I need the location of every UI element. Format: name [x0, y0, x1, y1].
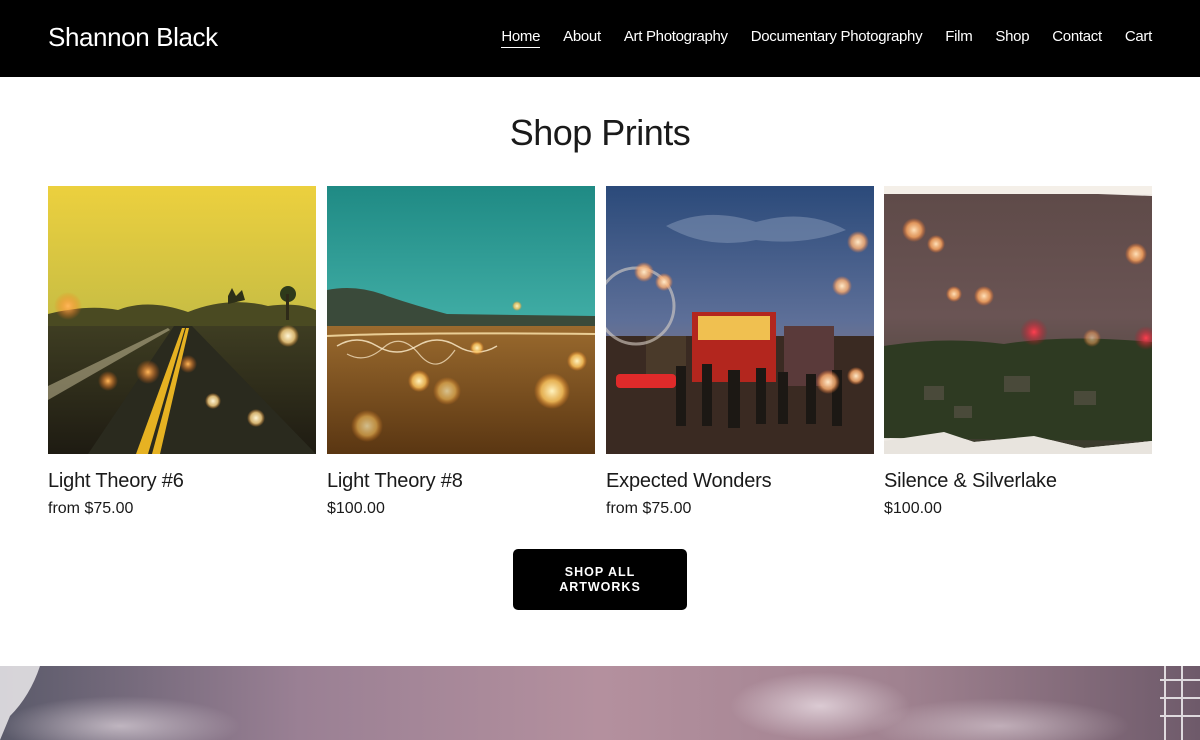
product-card: Light Theory #6 from $75.00 — [48, 186, 316, 518]
product-price: $100.00 — [884, 500, 942, 517]
banner-artwork — [0, 666, 1200, 740]
nav-link-cart[interactable]: Cart — [1125, 28, 1152, 47]
nav-item-cart: Cart — [1125, 28, 1152, 48]
product-image-expected-wonders — [606, 186, 874, 454]
bottom-banner-image — [0, 666, 1200, 740]
nav-item-about: About — [563, 28, 601, 48]
nav-item-home: Home — [501, 28, 540, 48]
product-image-light-theory-6 — [48, 186, 316, 454]
nav-item-film: Film — [945, 28, 972, 48]
nav-item-documentary-photography: Documentary Photography — [751, 28, 923, 48]
product-image-link[interactable] — [884, 186, 1152, 454]
nav-item-contact: Contact — [1052, 28, 1102, 48]
product-image-link[interactable] — [327, 186, 595, 454]
product-grid: Light Theory #6 from $75.00 Light Theory… — [48, 186, 1152, 531]
site-header: Shannon Black Home About Art Photography… — [0, 0, 1200, 77]
nav-link-film[interactable]: Film — [945, 28, 972, 47]
product-card: Expected Wonders from $75.00 — [606, 186, 874, 518]
product-image-link[interactable] — [606, 186, 874, 454]
product-title-link[interactable]: Expected Wonders — [606, 470, 874, 493]
nav-link-documentary-photography[interactable]: Documentary Photography — [751, 28, 923, 47]
nav-link-about[interactable]: About — [563, 28, 601, 47]
product-price: from $75.00 — [48, 500, 134, 517]
shop-all-artworks-button[interactable]: SHOP ALL ARTWORKS — [513, 549, 687, 610]
product-card: Silence & Silverlake $100.00 — [884, 186, 1152, 518]
product-price: from $75.00 — [606, 500, 692, 517]
nav-item-shop: Shop — [995, 28, 1029, 48]
product-image-silence-silverlake — [884, 186, 1152, 454]
nav-link-contact[interactable]: Contact — [1052, 28, 1102, 47]
product-title-link[interactable]: Silence & Silverlake — [884, 470, 1152, 493]
product-card: Light Theory #8 $100.00 — [327, 186, 595, 518]
nav-link-shop[interactable]: Shop — [995, 28, 1029, 47]
product-image-light-theory-8 — [327, 186, 595, 454]
product-price: $100.00 — [327, 500, 385, 517]
shop-heading: Shop Prints — [509, 112, 691, 153]
product-title-link[interactable]: Light Theory #6 — [48, 470, 316, 493]
nav-link-home[interactable]: Home — [501, 28, 540, 48]
site-title-link[interactable]: Shannon Black — [48, 22, 218, 53]
nav-link-art-photography[interactable]: Art Photography — [624, 28, 728, 47]
nav-item-art-photography: Art Photography — [624, 28, 728, 48]
product-title-link[interactable]: Light Theory #8 — [327, 470, 595, 493]
main-nav-list: Home About Art Photography Documentary P… — [501, 28, 1152, 48]
product-image-link[interactable] — [48, 186, 316, 454]
